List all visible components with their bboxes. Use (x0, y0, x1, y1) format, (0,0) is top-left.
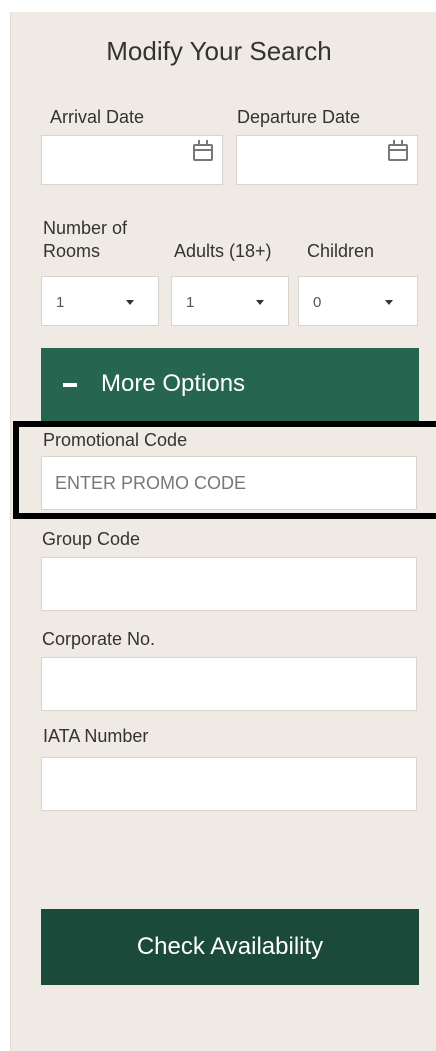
calendar-icon[interactable] (388, 140, 408, 161)
more-options-button[interactable]: More Options (41, 348, 419, 423)
adults-label: Adults (18+) (174, 241, 272, 261)
rooms-select[interactable]: 1 (41, 276, 159, 326)
children-select-value: 0 (313, 294, 322, 311)
group-code-label: Group Code (42, 529, 141, 549)
corporate-no-input[interactable] (41, 657, 417, 711)
chevron-down-icon (126, 300, 134, 305)
departure-date-input[interactable] (236, 135, 418, 185)
chevron-down-icon (385, 300, 393, 305)
arrival-date-input[interactable] (41, 135, 223, 185)
promo-code-input[interactable] (41, 456, 417, 510)
rooms-select-value: 1 (56, 294, 65, 311)
iata-number-label: IATA Number (43, 726, 149, 746)
corporate-no-label: Corporate No. (42, 629, 156, 649)
rooms-label-line1: Number of (43, 218, 128, 238)
chevron-down-icon (256, 300, 264, 305)
calendar-icon[interactable] (193, 140, 213, 161)
children-select[interactable]: 0 (298, 276, 418, 326)
arrival-date-label: Arrival Date (50, 107, 145, 127)
promo-code-label: Promotional Code (43, 430, 188, 450)
adults-select[interactable]: 1 (171, 276, 289, 326)
minus-icon (63, 383, 77, 387)
check-availability-button[interactable]: Check Availability (41, 909, 419, 985)
page-title: Modify Your Search (106, 36, 332, 66)
iata-number-input[interactable] (41, 757, 417, 811)
departure-date-label: Departure Date (237, 107, 361, 127)
rooms-label-line2: Rooms (43, 241, 101, 261)
children-label: Children (307, 241, 375, 261)
more-options-label: More Options (101, 370, 246, 397)
group-code-input[interactable] (41, 557, 417, 611)
adults-select-value: 1 (186, 294, 195, 311)
